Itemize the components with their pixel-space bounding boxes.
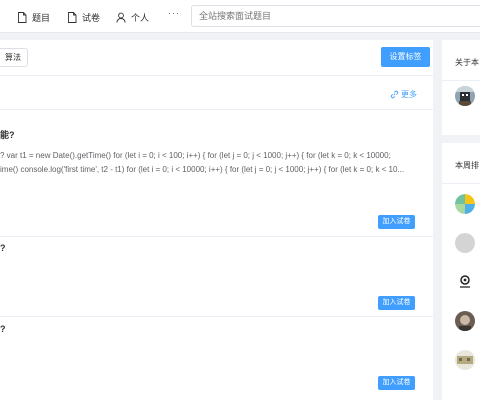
more-row: 更多 bbox=[0, 77, 433, 110]
about-card: 关于本 bbox=[442, 40, 480, 135]
avatar[interactable] bbox=[455, 350, 475, 370]
question-snippet: ime() console.log('first time', t2 - t1)… bbox=[0, 165, 405, 174]
top-nav-bar: 题目 试卷 个人 ··· bbox=[0, 0, 480, 33]
user-icon bbox=[116, 12, 126, 23]
avatar[interactable] bbox=[455, 311, 475, 331]
avatar-image bbox=[455, 311, 475, 331]
nav-item-papers[interactable]: 试卷 bbox=[67, 9, 100, 25]
question-list-panel: 算法 设置标签 更多 能? ? var t1 = new Date().getT… bbox=[0, 40, 433, 400]
question-snippet: ? var t1 = new Date().getTime() for (let… bbox=[0, 151, 391, 160]
divider bbox=[442, 183, 480, 184]
nav-item-questions[interactable]: 题目 bbox=[17, 9, 50, 25]
search-input[interactable] bbox=[191, 5, 480, 27]
avatar[interactable] bbox=[455, 194, 475, 214]
nav-item-label: 题目 bbox=[32, 12, 51, 23]
avatar[interactable] bbox=[455, 233, 475, 253]
link-icon bbox=[390, 90, 399, 99]
avatar-image bbox=[455, 194, 475, 214]
nav-item-label: 个人 bbox=[131, 12, 150, 23]
weekly-ranking-card: 本周排 bbox=[442, 143, 480, 400]
divider bbox=[442, 80, 480, 81]
question-title[interactable]: ? bbox=[0, 324, 6, 334]
document-icon bbox=[18, 11, 27, 23]
divider bbox=[0, 236, 433, 237]
avatar[interactable] bbox=[455, 86, 475, 106]
more-link-label: 更多 bbox=[401, 90, 417, 99]
add-to-paper-button[interactable]: 加入试卷 bbox=[378, 376, 415, 390]
category-tag[interactable]: 算法 bbox=[0, 48, 28, 67]
more-menu[interactable]: ··· bbox=[168, 8, 180, 18]
ranking-card-title: 本周排 bbox=[455, 161, 479, 170]
avatar-image bbox=[455, 350, 475, 370]
nav-item-label: 试卷 bbox=[82, 12, 101, 23]
set-tag-button[interactable]: 设置标签 bbox=[381, 47, 430, 67]
avatar-image bbox=[455, 272, 475, 292]
document-icon bbox=[68, 11, 77, 23]
avatar[interactable] bbox=[455, 272, 475, 292]
add-to-paper-button[interactable]: 加入试卷 bbox=[378, 215, 415, 229]
question-title[interactable]: ? bbox=[0, 243, 6, 253]
add-to-paper-button[interactable]: 加入试卷 bbox=[378, 296, 415, 310]
nav-item-profile[interactable]: 个人 bbox=[116, 9, 149, 25]
more-link[interactable]: 更多 bbox=[390, 89, 417, 100]
filter-toolbar: 算法 设置标签 bbox=[0, 40, 433, 76]
question-title[interactable]: 能? bbox=[0, 128, 15, 141]
divider bbox=[0, 316, 433, 317]
avatar-image bbox=[455, 86, 475, 106]
about-card-title: 关于本 bbox=[455, 58, 479, 67]
